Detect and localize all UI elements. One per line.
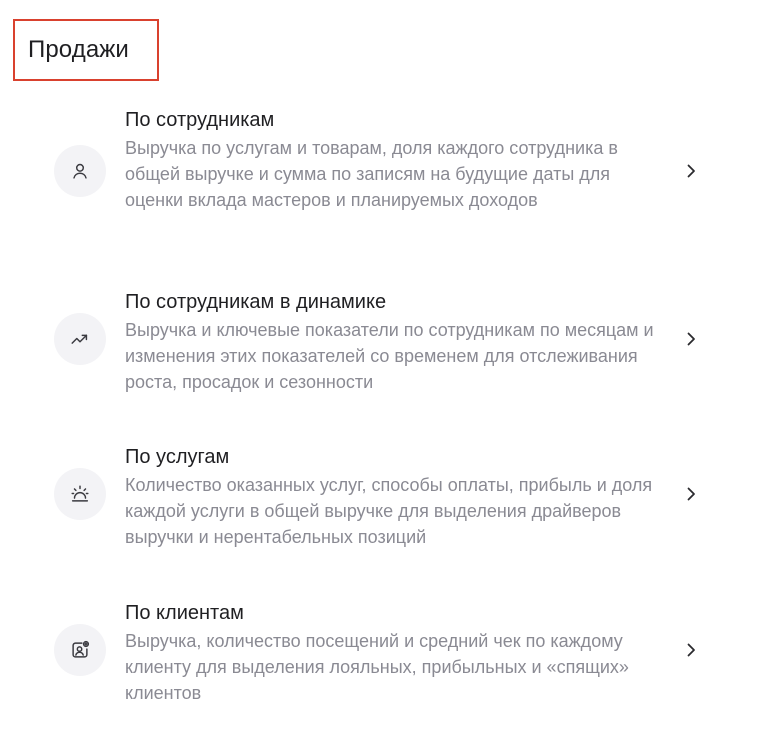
chevron-right-icon bbox=[683, 486, 699, 502]
client-card-icon bbox=[54, 624, 106, 676]
report-description: Выручка, количество посещений и средний … bbox=[125, 631, 629, 703]
chevron-right-icon bbox=[683, 331, 699, 347]
report-item-by-clients[interactable]: По клиентам Выручка, количество посещени… bbox=[0, 600, 782, 704]
report-title: По клиентам bbox=[125, 602, 244, 624]
chevron-right-icon bbox=[683, 642, 699, 658]
trending-up-icon bbox=[54, 313, 106, 365]
section-title: Продажи bbox=[28, 36, 129, 63]
report-item-by-employees-dynamics[interactable]: По сотрудникам в динамике Выручка и ключ… bbox=[0, 289, 782, 393]
service-bell-icon bbox=[54, 468, 106, 520]
report-title: По сотрудникам в динамике bbox=[125, 291, 387, 313]
person-icon bbox=[54, 145, 106, 197]
report-description: Выручка по услугам и товарам, доля каждо… bbox=[125, 138, 618, 210]
report-item-by-services[interactable]: По услугам Количество оказанных услуг, с… bbox=[0, 444, 782, 548]
chevron-right-icon bbox=[683, 163, 699, 179]
report-description: Выручка и ключевые показатели по сотрудн… bbox=[125, 320, 654, 392]
report-item-by-employees[interactable]: По сотрудникам Выручка по услугам и това… bbox=[0, 107, 782, 237]
report-title: По сотрудникам bbox=[125, 109, 275, 131]
report-title: По услугам bbox=[125, 446, 230, 468]
report-description: Количество оказанных услуг, способы опла… bbox=[125, 475, 653, 547]
